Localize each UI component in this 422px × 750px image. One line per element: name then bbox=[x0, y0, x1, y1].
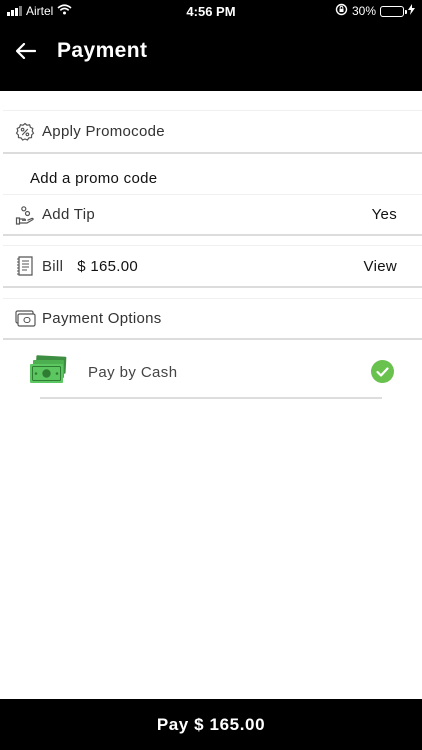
app-bar: Payment bbox=[0, 22, 422, 91]
cash-icon bbox=[30, 355, 67, 389]
page-title: Payment bbox=[57, 39, 148, 62]
bill-label: Bill bbox=[42, 257, 64, 275]
discount-badge-icon bbox=[14, 121, 36, 143]
add-tip-label: Add Tip bbox=[42, 206, 95, 223]
payment-screen: Airtel 4:56 PM 30% Payment Apply Promoco… bbox=[0, 0, 422, 750]
apply-promocode-row[interactable]: Apply Promocode bbox=[3, 110, 422, 154]
pay-by-cash-option[interactable]: Pay by Cash bbox=[30, 354, 394, 390]
receipt-icon bbox=[14, 255, 36, 277]
add-promo-code-link[interactable]: Add a promo code bbox=[30, 170, 157, 187]
divider bbox=[40, 397, 382, 399]
back-arrow-icon[interactable] bbox=[14, 39, 38, 63]
charging-bolt-icon bbox=[408, 4, 415, 18]
payment-options-label: Payment Options bbox=[42, 310, 162, 327]
add-tip-row[interactable]: Add Tip Yes bbox=[3, 194, 422, 236]
battery-icon bbox=[380, 5, 407, 17]
header: Airtel 4:56 PM 30% Payment bbox=[0, 0, 422, 91]
status-bar: Airtel 4:56 PM 30% bbox=[0, 0, 422, 22]
rotation-lock-icon bbox=[335, 3, 348, 19]
pay-button[interactable]: Pay $ 165.00 bbox=[0, 699, 422, 750]
battery-percent: 30% bbox=[351, 4, 376, 18]
apply-promocode-label: Apply Promocode bbox=[42, 123, 165, 140]
tip-hand-icon bbox=[14, 204, 36, 226]
payment-options-header: Payment Options bbox=[3, 298, 422, 340]
bill-amount: $ 165.00 bbox=[77, 257, 138, 275]
wallet-icon bbox=[14, 308, 36, 330]
check-circle-icon bbox=[371, 360, 394, 383]
tip-value[interactable]: Yes bbox=[372, 206, 397, 223]
bill-row: Bill $ 165.00 View bbox=[3, 245, 422, 288]
view-bill-button[interactable]: View bbox=[364, 258, 397, 275]
pay-by-cash-label: Pay by Cash bbox=[88, 363, 178, 381]
